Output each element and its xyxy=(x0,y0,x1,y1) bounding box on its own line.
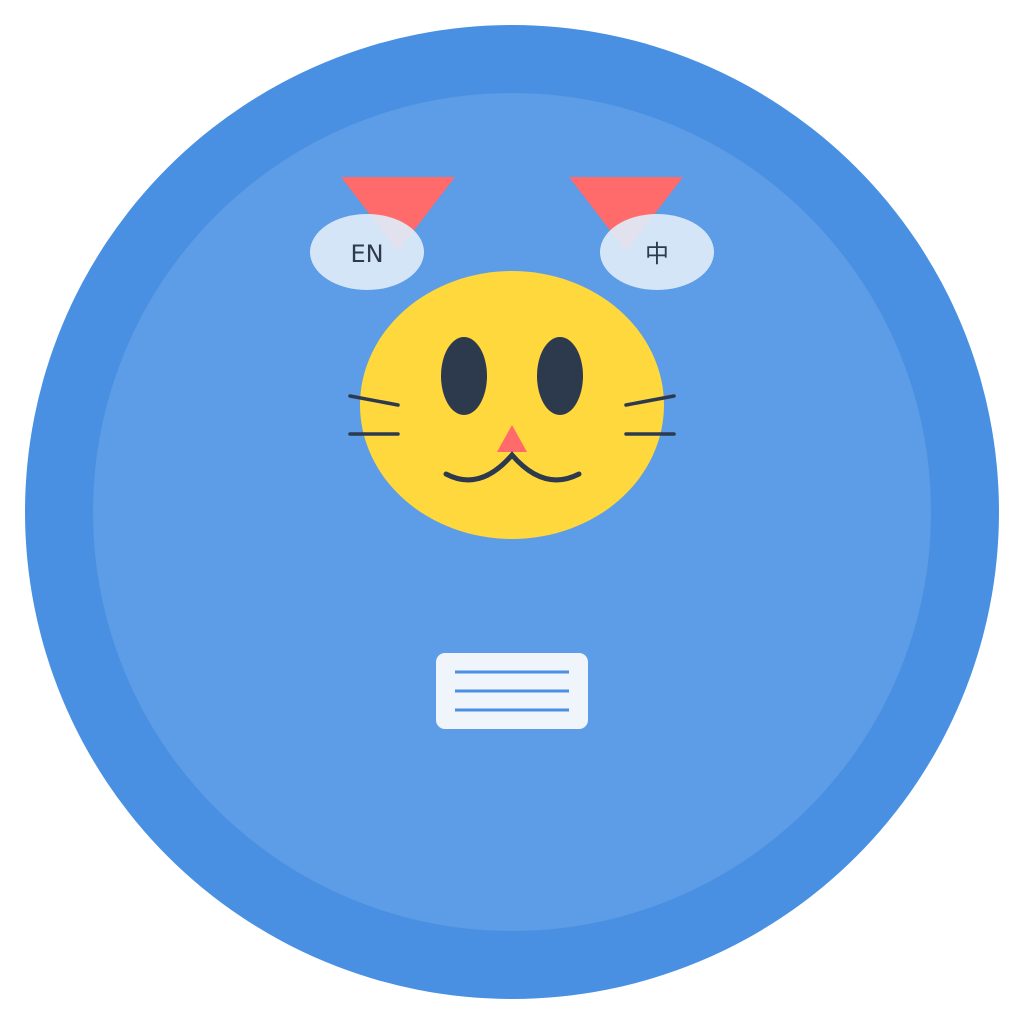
text-document-icon xyxy=(436,653,588,729)
translator-cat-logo: EN 中 xyxy=(25,25,999,999)
right-eye-icon xyxy=(537,337,583,415)
language-label-right: 中 xyxy=(645,240,669,268)
cat-face-icon xyxy=(360,271,664,539)
language-bubble-left: EN xyxy=(310,214,424,290)
language-bubble-right: 中 xyxy=(600,214,714,290)
language-label-left: EN xyxy=(350,240,383,268)
left-eye-icon xyxy=(441,337,487,415)
logo-canvas: EN 中 xyxy=(0,0,1024,1024)
